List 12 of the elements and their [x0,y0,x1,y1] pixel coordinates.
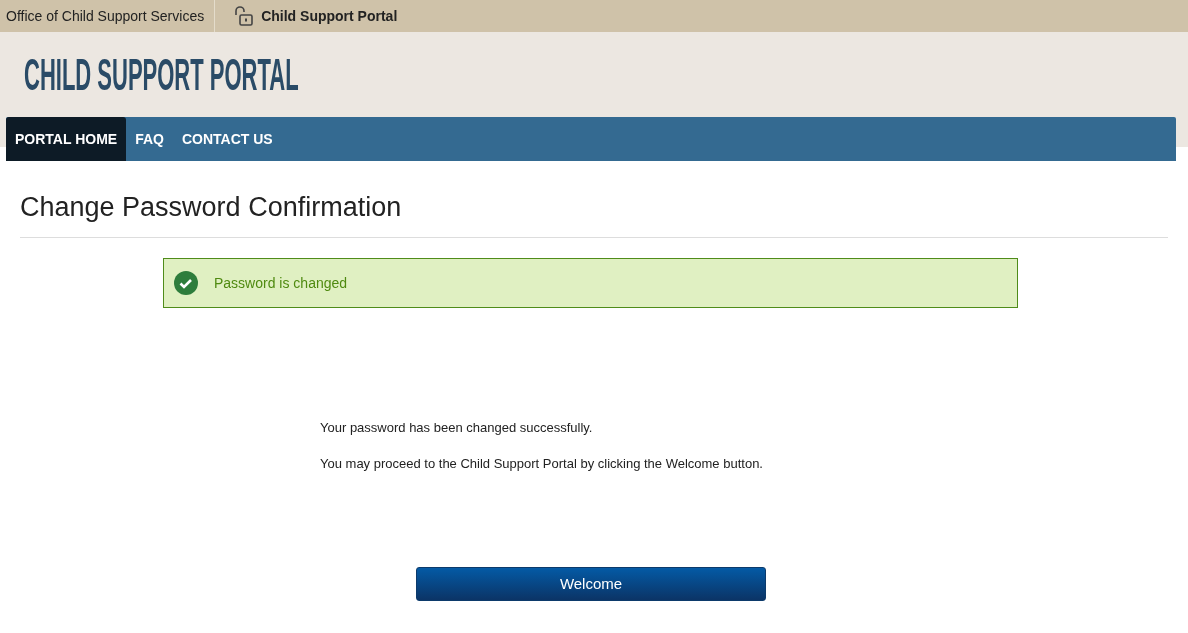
nav-tab[interactable]: PORTAL HOME [6,117,127,161]
message-text: Your password has been changed successfully. [320,419,594,438]
welcome-button[interactable]: Welcome [416,567,766,602]
message-text: You may proceed to the Child Support Portal by clicking the Welcome button. [320,454,764,473]
site-logo: CHILD SUPPORT PORTAL [24,49,299,101]
page-title: Change Password Confirmation [20,191,1168,239]
nav-tab[interactable]: FAQ [126,117,173,161]
unlocked-padlock-icon [233,6,254,26]
check-circle-icon [174,271,198,296]
nav-tab[interactable]: CONTACT US [172,117,282,161]
breadcrumb-current: Child Support Portal [261,6,398,26]
alert-message: Password is changed [214,273,348,293]
